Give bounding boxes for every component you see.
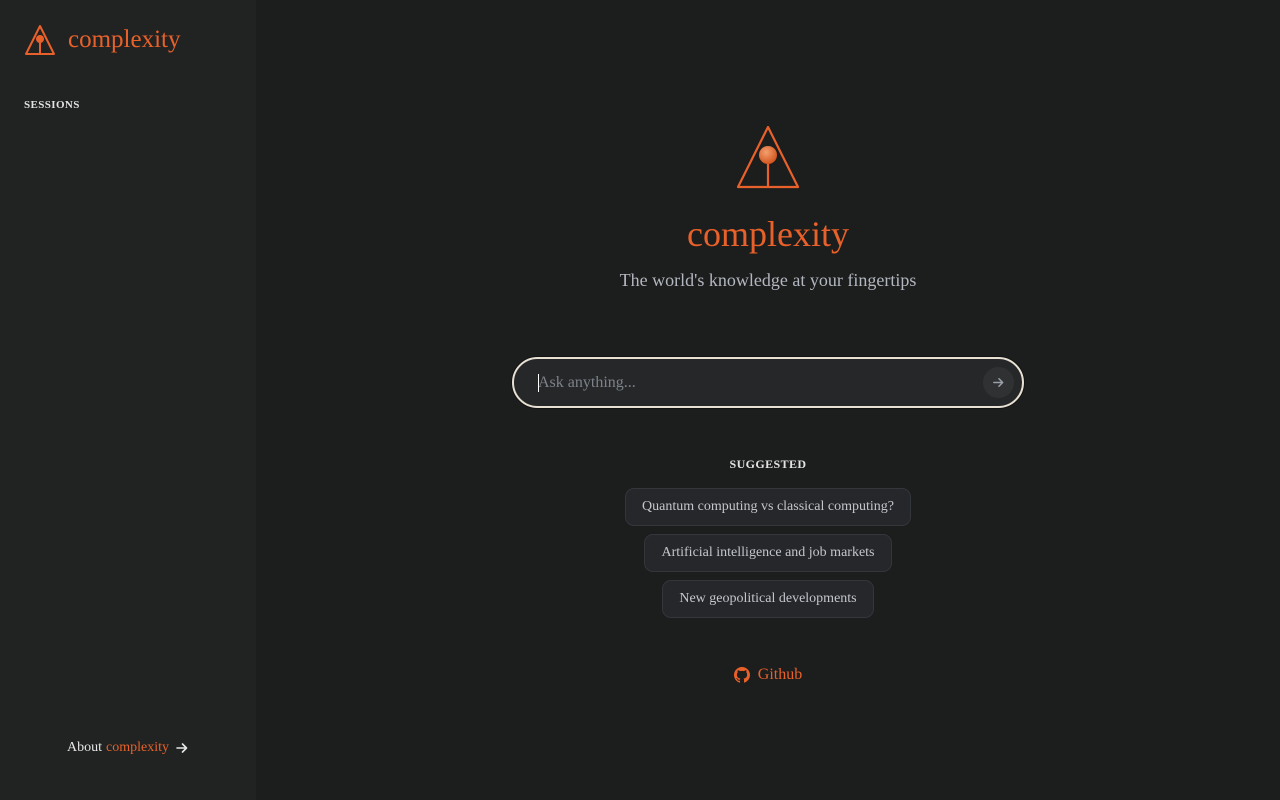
sidebar-brand-name: complexity <box>68 26 181 53</box>
github-icon <box>733 667 750 683</box>
github-link[interactable]: Github <box>256 666 1280 684</box>
hero-logo <box>736 124 800 195</box>
arrow-right-icon <box>993 378 1004 387</box>
complexity-logo-icon <box>736 125 800 189</box>
about-brand: complexity <box>106 740 169 755</box>
suggested-heading: SUGGESTED <box>729 457 807 471</box>
text-cursor <box>538 374 539 392</box>
sidebar-brand[interactable]: complexity <box>24 24 180 56</box>
suggestion-chip[interactable]: Artificial intelligence and job markets <box>644 534 892 572</box>
sidebar: complexity SESSIONS About complexity <box>0 0 256 800</box>
about-prefix: About <box>67 740 102 755</box>
hero-tagline: The world's knowledge at your fingertips <box>619 270 917 290</box>
hero-title: complexity <box>687 214 849 254</box>
main-content: complexity The world's knowledge at your… <box>256 0 1280 800</box>
suggestion-list: Quantum computing vs classical computing… <box>256 488 1280 626</box>
search-input[interactable] <box>536 359 966 406</box>
arrow-right-icon <box>175 741 189 755</box>
github-label: Github <box>757 666 803 683</box>
sessions-heading: SESSIONS <box>24 99 80 111</box>
suggestion-chip[interactable]: Quantum computing vs classical computing… <box>625 488 911 526</box>
about-link[interactable]: About complexity <box>0 740 256 756</box>
search-box <box>512 357 1024 408</box>
suggestion-chip[interactable]: New geopolitical developments <box>662 580 874 618</box>
complexity-logo-icon <box>25 25 55 55</box>
send-button[interactable] <box>983 367 1014 398</box>
